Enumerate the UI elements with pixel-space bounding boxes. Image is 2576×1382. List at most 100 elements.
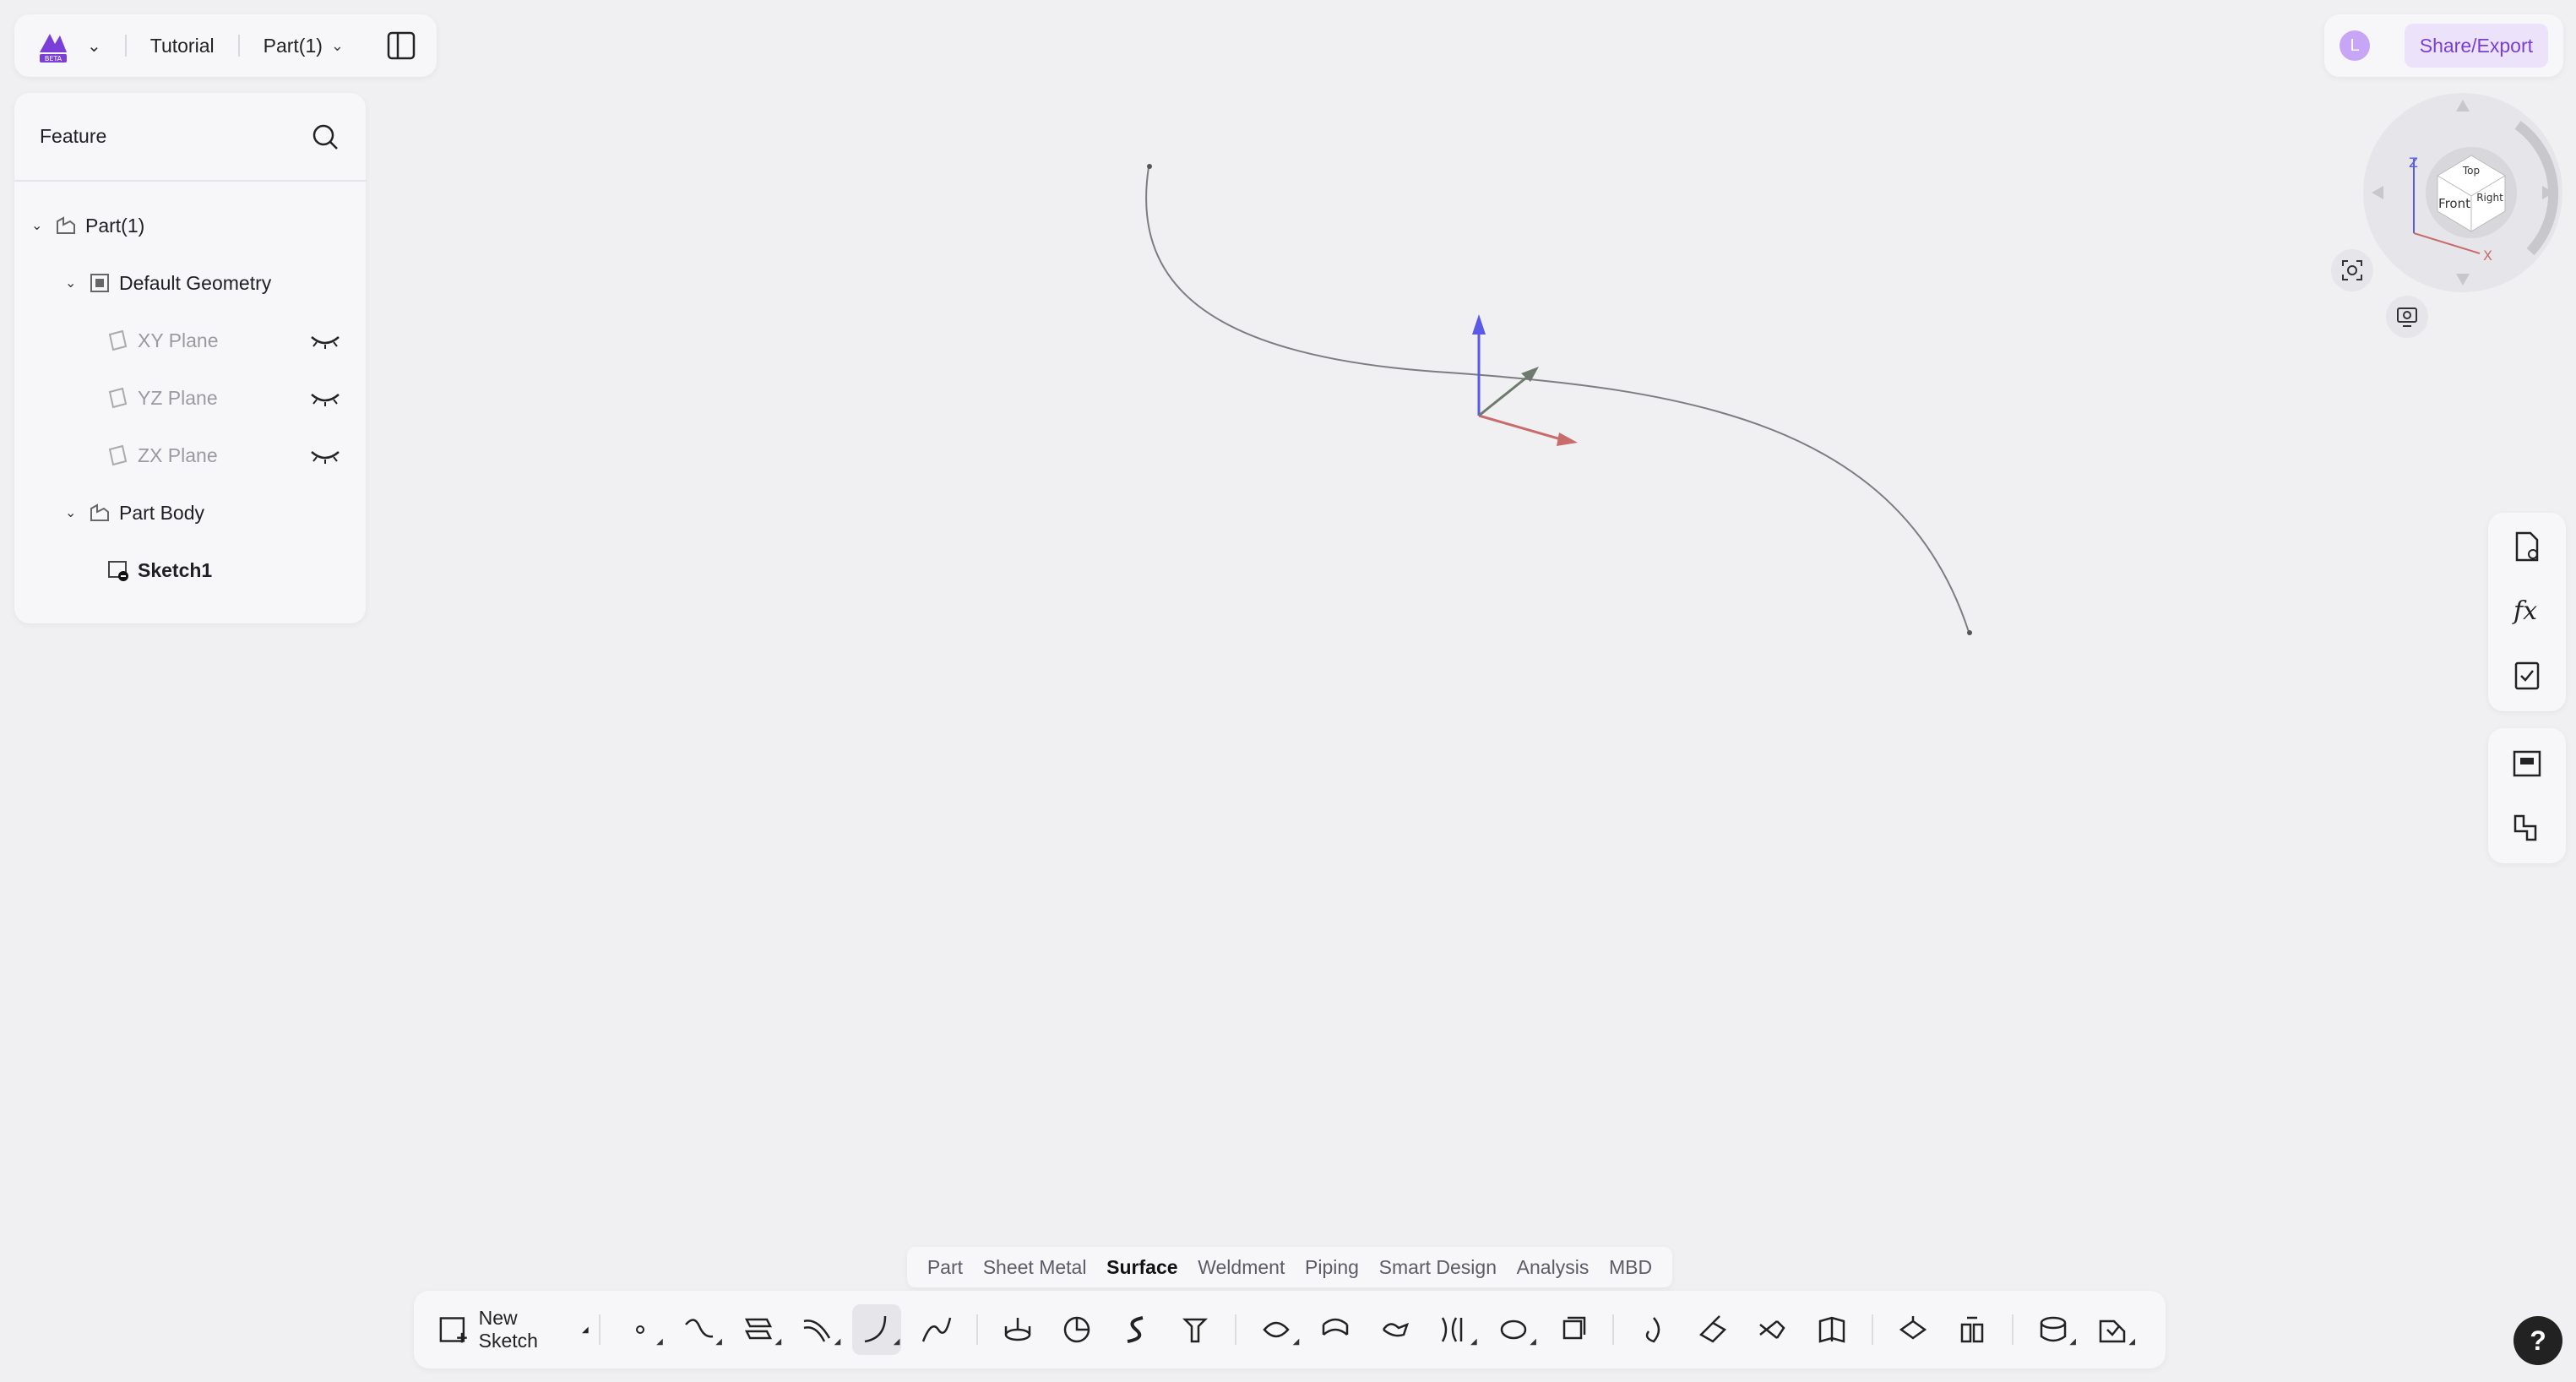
- sketch-icon: [108, 561, 128, 581]
- svg-text:X: X: [2483, 248, 2492, 264]
- coordinate-triad: [1472, 314, 1578, 446]
- tree-item-part-body[interactable]: ⌄ Part Body: [65, 496, 204, 530]
- display-mode-icon[interactable]: [2386, 296, 2428, 338]
- help-button[interactable]: ?: [2514, 1316, 2562, 1365]
- stitch-surface-tool[interactable]: [1889, 1304, 1937, 1355]
- tree-item-part[interactable]: ⌄ Part(1): [31, 209, 144, 242]
- chevron-down-icon[interactable]: ⌄: [65, 504, 80, 521]
- feature-tree-panel: Feature ⌄ Part(1) ⌄ Default Geometry XY …: [14, 93, 366, 623]
- new-sketch-label: New Sketch: [478, 1307, 538, 1352]
- function-fx-icon[interactable]: fx: [2508, 592, 2546, 629]
- eye-closed-icon[interactable]: [310, 388, 340, 408]
- replace-face-tool[interactable]: [1948, 1304, 1997, 1355]
- tab-weldment[interactable]: Weldment: [1198, 1256, 1285, 1279]
- thicken-surface-tool[interactable]: [1548, 1304, 1597, 1355]
- svg-text:Right: Right: [2476, 192, 2503, 204]
- split-surface-tool[interactable]: [1688, 1304, 1737, 1355]
- svg-text:Z: Z: [2409, 155, 2418, 171]
- avatar[interactable]: L: [2340, 30, 2370, 61]
- top-toolbar: BETA ⌄ Tutorial Part(1) ⌄: [14, 14, 437, 77]
- part-chevron-down-icon[interactable]: ⌄: [331, 37, 344, 55]
- fill-surface-tool[interactable]: ◢: [1252, 1304, 1301, 1355]
- tree-item-label: Part Body: [119, 501, 204, 524]
- svg-text:Top: Top: [2462, 165, 2480, 177]
- tab-mbd[interactable]: MBD: [1609, 1256, 1652, 1279]
- project-curve-tool[interactable]: ◢: [734, 1304, 783, 1355]
- share-bar: L Share/Export: [2324, 14, 2563, 77]
- tree-item-zx-plane[interactable]: ZX Plane: [99, 438, 340, 472]
- point-tool[interactable]: ◢: [616, 1304, 665, 1355]
- tree-item-label: Sketch1: [138, 558, 213, 581]
- right-tool-column-2: [2488, 728, 2566, 863]
- tab-analysis[interactable]: Analysis: [1517, 1256, 1590, 1279]
- chevron-down-icon[interactable]: ⌄: [31, 217, 46, 234]
- document-settings-icon[interactable]: [2508, 528, 2546, 565]
- tab-part[interactable]: Part: [927, 1256, 963, 1279]
- analysis-tool[interactable]: ◢: [2088, 1304, 2137, 1355]
- curve-endpoint-end[interactable]: [1967, 630, 1972, 635]
- offset-curve-tool[interactable]: ◢: [793, 1304, 842, 1355]
- view-cube[interactable]: Z X Top Front Right: [2361, 91, 2564, 294]
- divider: [598, 1314, 601, 1345]
- unfold-surface-tool[interactable]: [1807, 1304, 1856, 1355]
- assembly-structure-icon[interactable]: [2508, 809, 2546, 846]
- cut-surface-tool[interactable]: [1747, 1304, 1796, 1355]
- search-icon[interactable]: [310, 122, 340, 152]
- spline-tool[interactable]: [911, 1304, 960, 1355]
- tree-item-xy-plane[interactable]: XY Plane: [99, 324, 340, 357]
- bridge-curve-tool[interactable]: ◢: [852, 1304, 902, 1355]
- dropdown-triangle-icon[interactable]: ◢: [582, 1325, 589, 1335]
- 3d-viewport[interactable]: [0, 0, 2576, 1382]
- measure-tool[interactable]: ◢: [2029, 1304, 2078, 1355]
- plane-icon: [108, 387, 128, 409]
- sketch-curve[interactable]: [1145, 166, 1970, 633]
- tree-item-default-geometry[interactable]: ⌄ Default Geometry: [65, 266, 271, 300]
- tree-item-label: ZX Plane: [138, 443, 218, 466]
- surface-toolbar: New Sketch ◢ ◢ ◢ ◢ ◢ ◢ ◢ ◢ ◢ ◢ ◢: [414, 1291, 2166, 1368]
- divider: [2011, 1314, 2014, 1345]
- part-selector[interactable]: Part(1): [264, 35, 323, 57]
- plane-icon: [108, 329, 128, 351]
- workbench-tabs: Part Sheet Metal Surface Weldment Piping…: [907, 1247, 1672, 1287]
- logo-chevron-down-icon[interactable]: ⌄: [87, 35, 101, 57]
- checklist-icon[interactable]: [2508, 656, 2546, 694]
- divider: [124, 35, 127, 57]
- ruled-surface-tool[interactable]: ◢: [1430, 1304, 1479, 1355]
- eye-closed-icon[interactable]: [310, 330, 340, 351]
- share-export-button[interactable]: Share/Export: [2404, 24, 2548, 68]
- tab-smart-design[interactable]: Smart Design: [1379, 1256, 1497, 1279]
- svg-text:BETA: BETA: [45, 55, 62, 63]
- divider: [237, 35, 240, 57]
- svg-text:fx: fx: [2512, 596, 2537, 626]
- divider: [1612, 1314, 1614, 1345]
- loft-surface-tool[interactable]: [1171, 1304, 1220, 1355]
- new-sketch-icon: [439, 1317, 467, 1343]
- tree-item-label: YZ Plane: [138, 386, 218, 409]
- drawing-template-icon[interactable]: [2508, 745, 2546, 782]
- project-name[interactable]: Tutorial: [150, 35, 215, 57]
- offset-surface-tool[interactable]: [1311, 1304, 1360, 1355]
- extend-surface-tool[interactable]: [1370, 1304, 1419, 1355]
- tab-piping[interactable]: Piping: [1305, 1256, 1359, 1279]
- app-logo-icon[interactable]: BETA: [35, 24, 79, 68]
- tree-item-label: Default Geometry: [119, 271, 272, 294]
- eye-closed-icon[interactable]: [310, 445, 340, 465]
- tab-surface[interactable]: Surface: [1106, 1256, 1177, 1279]
- divider: [1871, 1314, 1873, 1345]
- curve-tool[interactable]: ◢: [675, 1304, 724, 1355]
- tab-sheet-metal[interactable]: Sheet Metal: [983, 1256, 1087, 1279]
- trim-surface-tool[interactable]: [1629, 1304, 1678, 1355]
- extrude-surface-tool[interactable]: [993, 1304, 1042, 1355]
- revolve-surface-tool[interactable]: [1052, 1304, 1101, 1355]
- plane-icon: [108, 444, 128, 466]
- chevron-down-icon[interactable]: ⌄: [65, 275, 80, 291]
- split-panel-icon[interactable]: [386, 30, 416, 61]
- new-sketch-button[interactable]: New Sketch ◢: [437, 1307, 589, 1352]
- fit-view-icon[interactable]: [2331, 249, 2373, 291]
- tree-item-yz-plane[interactable]: YZ Plane: [99, 381, 340, 415]
- sweep-surface-tool[interactable]: [1111, 1304, 1160, 1355]
- body-icon: [90, 503, 109, 521]
- blend-surface-tool[interactable]: ◢: [1489, 1304, 1538, 1355]
- tree-item-sketch1[interactable]: Sketch1: [99, 553, 212, 587]
- curve-endpoint-start[interactable]: [1147, 164, 1152, 169]
